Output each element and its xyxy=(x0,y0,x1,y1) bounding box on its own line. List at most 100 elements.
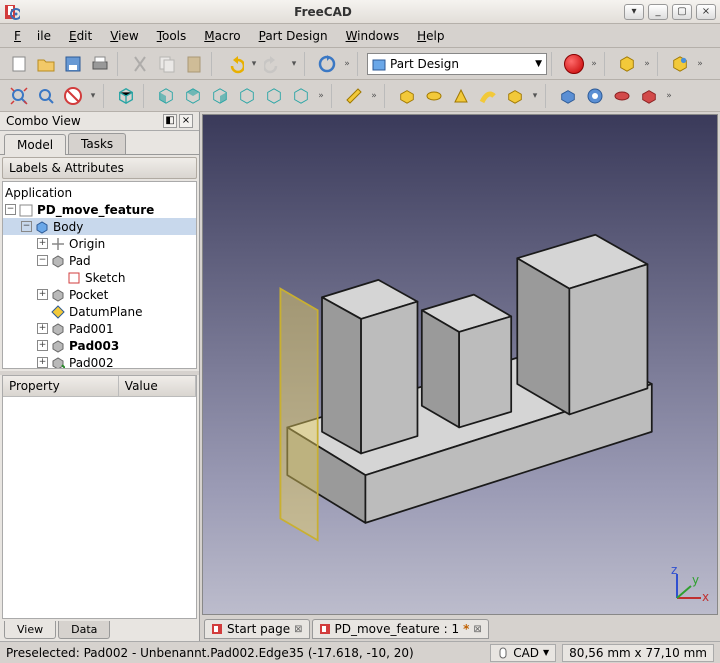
additive-button[interactable] xyxy=(502,83,528,109)
tree-pocket[interactable]: +Pocket xyxy=(3,286,196,303)
pd-overflow2[interactable]: » xyxy=(694,59,706,69)
tab-model[interactable]: Model xyxy=(4,134,66,155)
tab-document[interactable]: PD_move_feature : 1* ⊠ xyxy=(312,619,489,639)
tab-data[interactable]: Data xyxy=(58,621,110,639)
pocket-button[interactable] xyxy=(555,83,581,109)
combo-view-header: Combo View ◧ × xyxy=(0,112,199,131)
app-icon xyxy=(4,4,20,20)
main-area: Combo View ◧ × Model Tasks Labels & Attr… xyxy=(0,112,720,641)
redo-button[interactable] xyxy=(261,51,287,77)
tree-pad001[interactable]: +Pad001 xyxy=(3,320,196,337)
tree-document[interactable]: −PD_move_feature xyxy=(3,201,196,218)
menu-file[interactable]: File xyxy=(6,27,59,45)
property-panel: Property Value xyxy=(2,375,197,619)
workbench-selector[interactable]: Part Design ▼ xyxy=(367,53,547,75)
tb2-overflow[interactable]: » xyxy=(663,91,675,101)
tree-sketch[interactable]: Sketch xyxy=(3,269,196,286)
measure-overflow[interactable]: » xyxy=(368,91,380,101)
view-right-button[interactable] xyxy=(207,83,233,109)
refresh-button[interactable] xyxy=(314,51,340,77)
close-button[interactable]: × xyxy=(696,4,716,20)
save-button[interactable] xyxy=(60,51,86,77)
view-left-button[interactable] xyxy=(288,83,314,109)
tree-origin[interactable]: +Origin xyxy=(3,235,196,252)
combo-view-title: Combo View xyxy=(6,114,81,128)
labels-header: Labels & Attributes xyxy=(2,157,197,179)
pd-sketch-button[interactable] xyxy=(667,51,693,77)
pad-button[interactable] xyxy=(394,83,420,109)
print-button[interactable] xyxy=(87,51,113,77)
close-icon[interactable]: ⊠ xyxy=(294,624,302,635)
sweep-button[interactable] xyxy=(475,83,501,109)
3d-viewport[interactable]: z x y xyxy=(202,114,718,615)
draw-style-menu[interactable]: ▾ xyxy=(87,91,99,101)
cut-button[interactable] xyxy=(127,51,153,77)
undock-button[interactable]: ◧ xyxy=(163,114,177,128)
macro-record-button[interactable] xyxy=(561,51,587,77)
measure-button[interactable] xyxy=(341,83,367,109)
menu-windows[interactable]: Windows xyxy=(338,27,408,45)
toolbar-file: ▾ ▾ » Part Design ▼ » » » xyxy=(0,48,720,80)
model-tree[interactable]: Application −PD_move_feature −Body +Orig… xyxy=(2,181,197,369)
copy-button[interactable] xyxy=(154,51,180,77)
tab-tasks[interactable]: Tasks xyxy=(68,133,126,154)
redo-menu[interactable]: ▾ xyxy=(288,59,300,69)
draw-style-button[interactable] xyxy=(60,83,86,109)
view3d-area: z x y Start page ⊠ PD_move_feature : 1* … xyxy=(200,112,720,641)
pd-overflow1[interactable]: » xyxy=(641,59,653,69)
pd-body-button[interactable] xyxy=(614,51,640,77)
open-button[interactable] xyxy=(33,51,59,77)
status-nav-style[interactable]: CAD ▼ xyxy=(490,644,556,662)
close-icon[interactable]: ⊠ xyxy=(473,624,481,635)
undo-button[interactable] xyxy=(221,51,247,77)
minimize-button[interactable]: ▾ xyxy=(624,4,644,20)
tab-start-page[interactable]: Start page ⊠ xyxy=(204,619,310,639)
subtractive-button[interactable] xyxy=(636,83,662,109)
maximize-button[interactable]: ▢ xyxy=(672,4,692,20)
revolution-button[interactable] xyxy=(421,83,447,109)
model-render xyxy=(203,115,717,614)
hole-button[interactable] xyxy=(582,83,608,109)
svg-text:y: y xyxy=(692,573,699,587)
property-col-property[interactable]: Property xyxy=(3,376,119,396)
view-front-button[interactable] xyxy=(153,83,179,109)
tree-body[interactable]: −Body xyxy=(3,218,196,235)
property-col-value[interactable]: Value xyxy=(119,376,196,396)
menu-partdesign[interactable]: Part Design xyxy=(251,27,336,45)
fit-all-button[interactable] xyxy=(6,83,32,109)
tree-pad[interactable]: −Pad xyxy=(3,252,196,269)
undo-menu[interactable]: ▾ xyxy=(248,59,260,69)
menu-tools[interactable]: Tools xyxy=(149,27,195,45)
toolbar-view: ▾ » » ▾ » xyxy=(0,80,720,112)
tree-application[interactable]: Application xyxy=(3,184,196,201)
workbench-label: Part Design xyxy=(390,57,459,71)
tree-pad003[interactable]: +Pad003 xyxy=(3,337,196,354)
additive-menu[interactable]: ▾ xyxy=(529,91,541,101)
menu-view[interactable]: View xyxy=(102,27,146,45)
view-iso-button[interactable] xyxy=(113,83,139,109)
view-bottom-button[interactable] xyxy=(261,83,287,109)
tab-view[interactable]: View xyxy=(4,621,56,639)
minimize2-button[interactable]: _ xyxy=(648,4,668,20)
fit-selection-button[interactable] xyxy=(33,83,59,109)
page-icon xyxy=(211,623,223,635)
macro-overflow[interactable]: » xyxy=(588,59,600,69)
window-title: FreeCAD xyxy=(26,5,620,19)
tree-pad002[interactable]: +Pad002 xyxy=(3,354,196,369)
groove-button[interactable] xyxy=(609,83,635,109)
paste-button[interactable] xyxy=(181,51,207,77)
toolbar1-overflow[interactable]: » xyxy=(341,59,353,69)
view-overflow[interactable]: » xyxy=(315,91,327,101)
menu-help[interactable]: Help xyxy=(409,27,452,45)
svg-text:x: x xyxy=(702,590,709,604)
panel-close-button[interactable]: × xyxy=(179,114,193,128)
loft-button[interactable] xyxy=(448,83,474,109)
menu-macro[interactable]: Macro xyxy=(196,27,248,45)
dropdown-icon: ▼ xyxy=(543,648,549,657)
menu-edit[interactable]: Edit xyxy=(61,27,100,45)
new-button[interactable] xyxy=(6,51,32,77)
axis-indicator: z x y xyxy=(669,566,709,606)
view-top-button[interactable] xyxy=(180,83,206,109)
tree-datum[interactable]: DatumPlane xyxy=(3,303,196,320)
view-rear-button[interactable] xyxy=(234,83,260,109)
